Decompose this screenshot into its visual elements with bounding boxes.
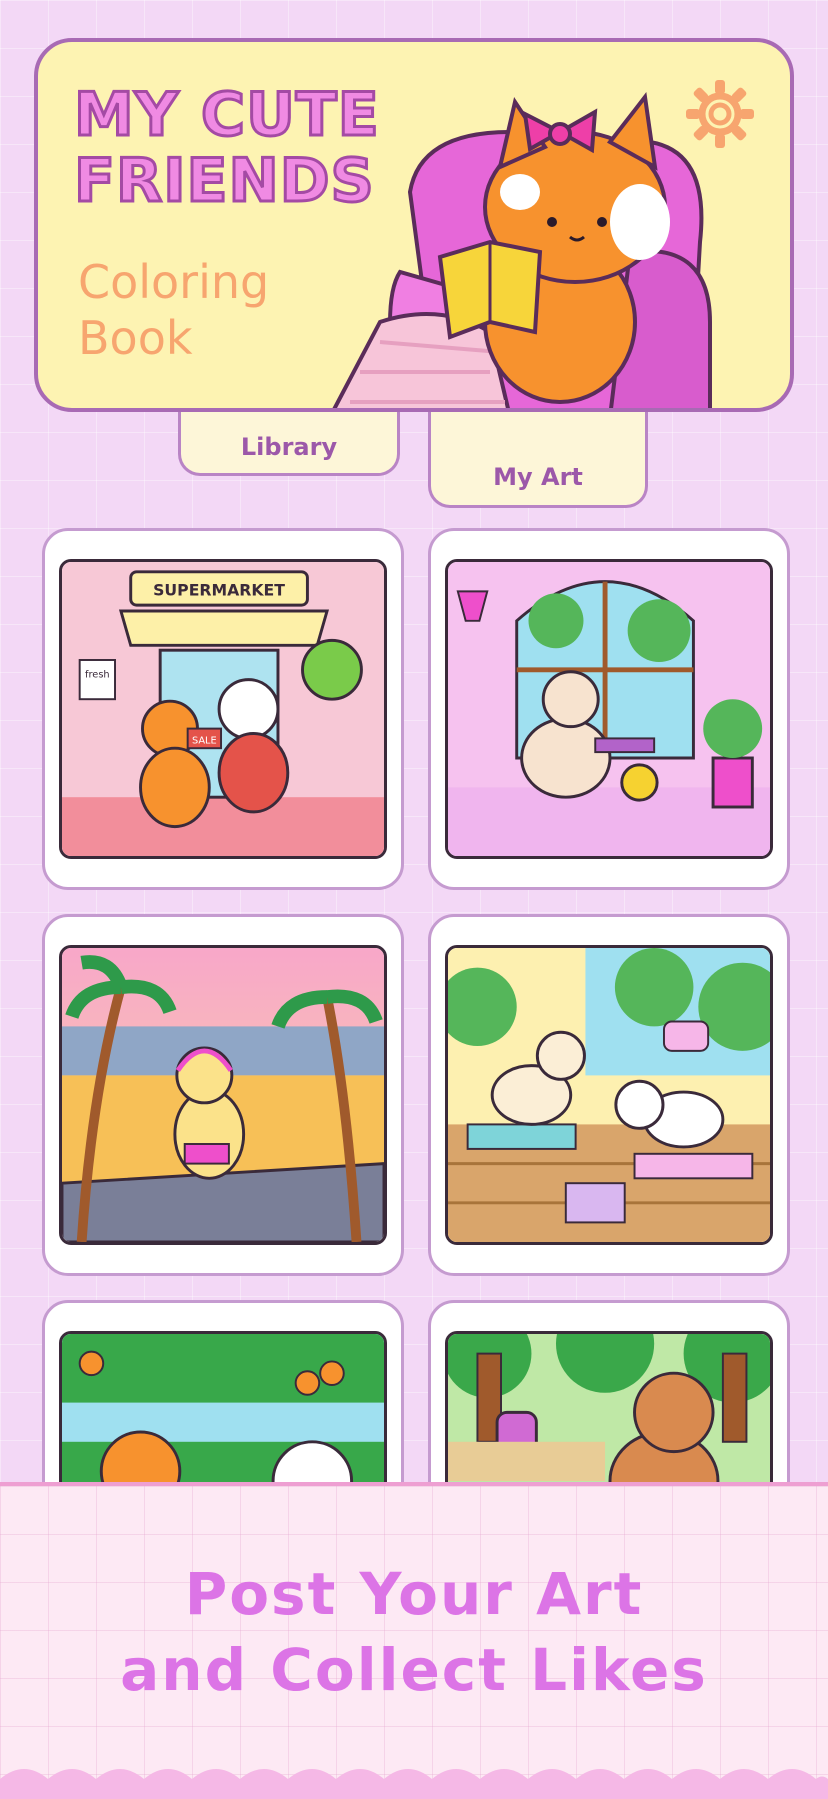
coloring-page-card-music-room[interactable] <box>428 528 790 890</box>
coloring-page-card-beach[interactable] <box>42 914 404 1276</box>
promo-text: Post Your Art and Collect Likes <box>120 1560 708 1704</box>
tab-library[interactable]: Library <box>178 412 400 476</box>
coloring-page-card-supermarket[interactable]: SUPERMARKET fresh SALE <box>42 528 404 890</box>
coloring-page-thumbnail: SUPERMARKET fresh SALE <box>59 559 387 859</box>
gear-icon[interactable] <box>684 78 756 150</box>
sign-text: SUPERMARKET <box>153 580 285 599</box>
coloring-page-thumbnail <box>445 945 773 1245</box>
coloring-page-card-yoga[interactable] <box>428 914 790 1276</box>
app-subtitle: Coloring Book <box>78 255 270 365</box>
scallop-border <box>0 1769 828 1799</box>
app-header: MY CUTE FRIENDS Coloring Book <box>34 38 794 412</box>
cat-reading-illustration <box>332 92 712 408</box>
promo-banner: Post Your Art and Collect Likes <box>0 1482 828 1799</box>
coloring-page-thumbnail <box>445 559 773 859</box>
sale-tag: SALE <box>192 735 217 746</box>
fresh-tag: fresh <box>85 670 110 681</box>
coloring-page-thumbnail <box>59 945 387 1245</box>
tab-my-art[interactable]: My Art <box>428 412 648 508</box>
